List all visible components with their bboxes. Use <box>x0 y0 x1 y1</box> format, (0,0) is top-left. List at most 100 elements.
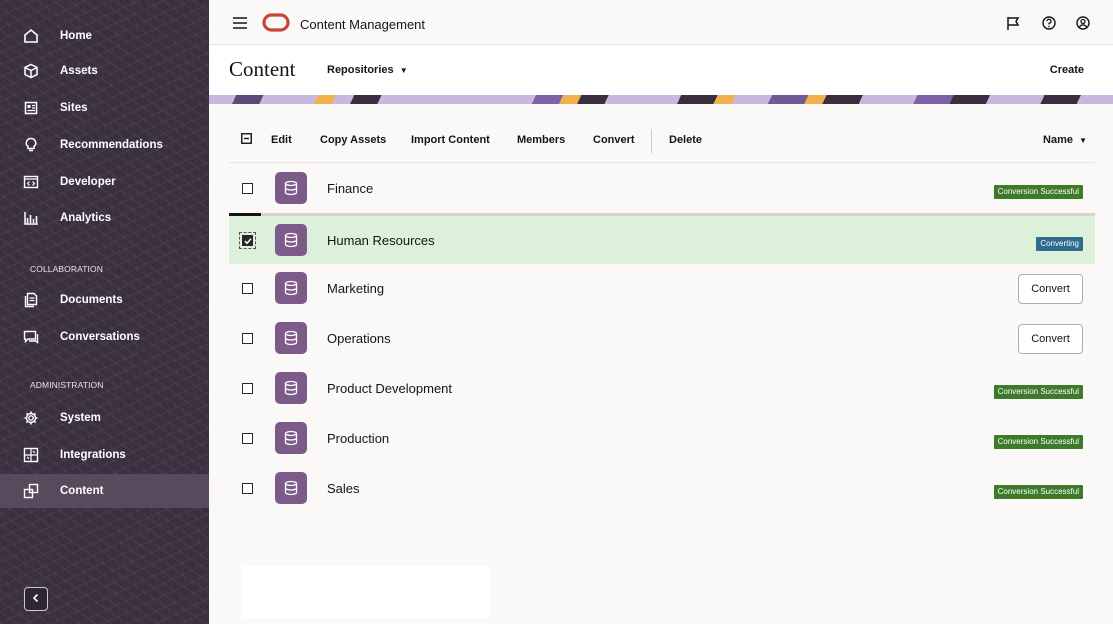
status-badge: Conversion Successful <box>993 435 1083 449</box>
integrations-icon <box>23 447 39 463</box>
sidebar-item-documents[interactable]: Documents <box>0 283 209 317</box>
sidebar-item-label: Sites <box>60 102 88 114</box>
user-avatar-icon[interactable] <box>1075 15 1091 31</box>
flag-icon[interactable] <box>1005 15 1021 31</box>
copy-assets-button[interactable]: Copy Assets <box>320 134 386 146</box>
sidebar-item-label: Integrations <box>60 449 126 461</box>
sort-label: Name <box>1043 134 1074 146</box>
sidebar-item-label: Documents <box>60 294 123 306</box>
repository-name[interactable]: Finance <box>327 181 373 196</box>
repository-icon <box>275 272 307 304</box>
lightbulb-icon <box>23 137 39 153</box>
cube-icon <box>23 63 39 79</box>
chevron-left-icon <box>31 590 41 608</box>
repository-icon <box>275 172 307 204</box>
repositories-dropdown[interactable]: Repositories ▼ <box>327 64 408 76</box>
sidebar-item-integrations[interactable]: Integrations <box>0 438 209 472</box>
page-title: Content <box>229 57 296 81</box>
sidebar-item-label: Developer <box>60 176 116 188</box>
sidebar-item-conversations[interactable]: Conversations <box>0 320 209 354</box>
sidebar-item-system[interactable]: System <box>0 401 209 435</box>
edit-button[interactable]: Edit <box>271 134 292 146</box>
row-checkbox[interactable] <box>242 383 253 394</box>
row-checkbox[interactable] <box>242 183 253 194</box>
section-header-administration: ADMINISTRATION <box>30 380 104 390</box>
conversations-icon <box>23 329 39 345</box>
sidebar: Home Assets Sites Recommendations Develo… <box>0 0 209 624</box>
list-item[interactable]: Sales Conversion Successful <box>229 464 1095 512</box>
sidebar-item-label: System <box>60 412 101 424</box>
sidebar-item-content[interactable]: Content <box>0 474 209 508</box>
collapse-sidebar-button[interactable] <box>24 587 48 611</box>
import-content-button[interactable]: Import Content <box>411 134 490 146</box>
repository-icon <box>275 224 307 256</box>
list-item[interactable]: Human Resources Converting <box>229 216 1095 264</box>
section-header-collaboration: COLLABORATION <box>30 264 103 274</box>
sidebar-item-label: Analytics <box>60 212 112 224</box>
status-badge: Conversion Successful <box>993 185 1083 199</box>
gear-icon <box>23 410 39 426</box>
list-item[interactable]: Product Development Conversion Successfu… <box>229 364 1095 412</box>
list-item[interactable]: Production Conversion Successful <box>229 414 1095 462</box>
help-icon[interactable] <box>1041 15 1057 31</box>
caret-down-icon: ▼ <box>1079 136 1087 145</box>
app-title: Content Management <box>300 17 426 32</box>
delete-button[interactable]: Delete <box>669 134 702 146</box>
sidebar-item-label: Home <box>60 30 92 42</box>
list-item[interactable]: Finance Conversion Successful <box>229 164 1095 212</box>
status-badge: Conversion Successful <box>993 485 1083 499</box>
sidebar-item-label: Assets <box>60 65 98 77</box>
caret-down-icon: ▼ <box>399 66 408 75</box>
content-icon <box>23 483 39 499</box>
row-convert-button[interactable]: Convert <box>1018 274 1083 304</box>
repository-name[interactable]: Production <box>327 431 389 446</box>
row-checkbox[interactable] <box>242 483 253 494</box>
toolbar-divider-line <box>229 162 1095 163</box>
sites-icon <box>23 100 39 116</box>
decorative-banner <box>209 95 1113 104</box>
repositories-label: Repositories <box>327 64 394 76</box>
list-item[interactable]: Operations Convert <box>229 314 1095 362</box>
row-checkbox[interactable] <box>242 283 253 294</box>
repository-icon <box>275 422 307 454</box>
convert-button[interactable]: Convert <box>593 134 635 146</box>
top-bar: Content Management <box>209 0 1113 45</box>
sidebar-item-recommendations[interactable]: Recommendations <box>0 128 209 162</box>
sidebar-item-assets[interactable]: Assets <box>0 54 209 88</box>
sidebar-item-label: Content <box>60 485 104 497</box>
repository-name[interactable]: Marketing <box>327 281 384 296</box>
page-header: Content Repositories ▼ Create <box>209 45 1113 95</box>
sidebar-item-analytics[interactable]: Analytics <box>0 201 209 235</box>
documents-icon <box>23 292 39 308</box>
members-button[interactable]: Members <box>517 134 565 146</box>
list-item[interactable]: Marketing Convert <box>229 264 1095 312</box>
repository-icon <box>275 372 307 404</box>
sidebar-item-home[interactable]: Home <box>0 19 209 53</box>
action-toolbar: Edit Copy Assets Import Content Members … <box>229 126 1095 156</box>
select-all-checkbox[interactable] <box>241 133 252 147</box>
row-convert-button[interactable]: Convert <box>1018 324 1083 354</box>
toolbar-divider <box>651 129 652 153</box>
repository-name[interactable]: Product Development <box>327 381 452 396</box>
row-checkbox[interactable] <box>242 333 253 344</box>
repository-name[interactable]: Operations <box>327 331 391 346</box>
sidebar-item-developer[interactable]: Developer <box>0 165 209 199</box>
sidebar-item-label: Recommendations <box>60 139 163 151</box>
repository-name[interactable]: Human Resources <box>327 233 435 248</box>
sidebar-item-sites[interactable]: Sites <box>0 91 209 125</box>
repository-name[interactable]: Sales <box>327 481 360 496</box>
create-button[interactable]: Create <box>1050 64 1084 76</box>
home-icon <box>23 28 39 44</box>
hamburger-menu-icon[interactable] <box>232 15 248 31</box>
status-badge: Converting <box>1036 237 1083 251</box>
status-badge: Conversion Successful <box>993 385 1083 399</box>
repository-icon <box>275 472 307 504</box>
row-checkbox[interactable] <box>242 433 253 444</box>
code-icon <box>23 174 39 190</box>
oracle-logo-icon <box>262 13 290 32</box>
sort-dropdown[interactable]: Name ▼ <box>1043 134 1087 146</box>
repository-icon <box>275 322 307 354</box>
sidebar-item-label: Conversations <box>60 331 140 343</box>
row-checkbox[interactable] <box>239 232 256 249</box>
analytics-icon <box>23 210 39 226</box>
